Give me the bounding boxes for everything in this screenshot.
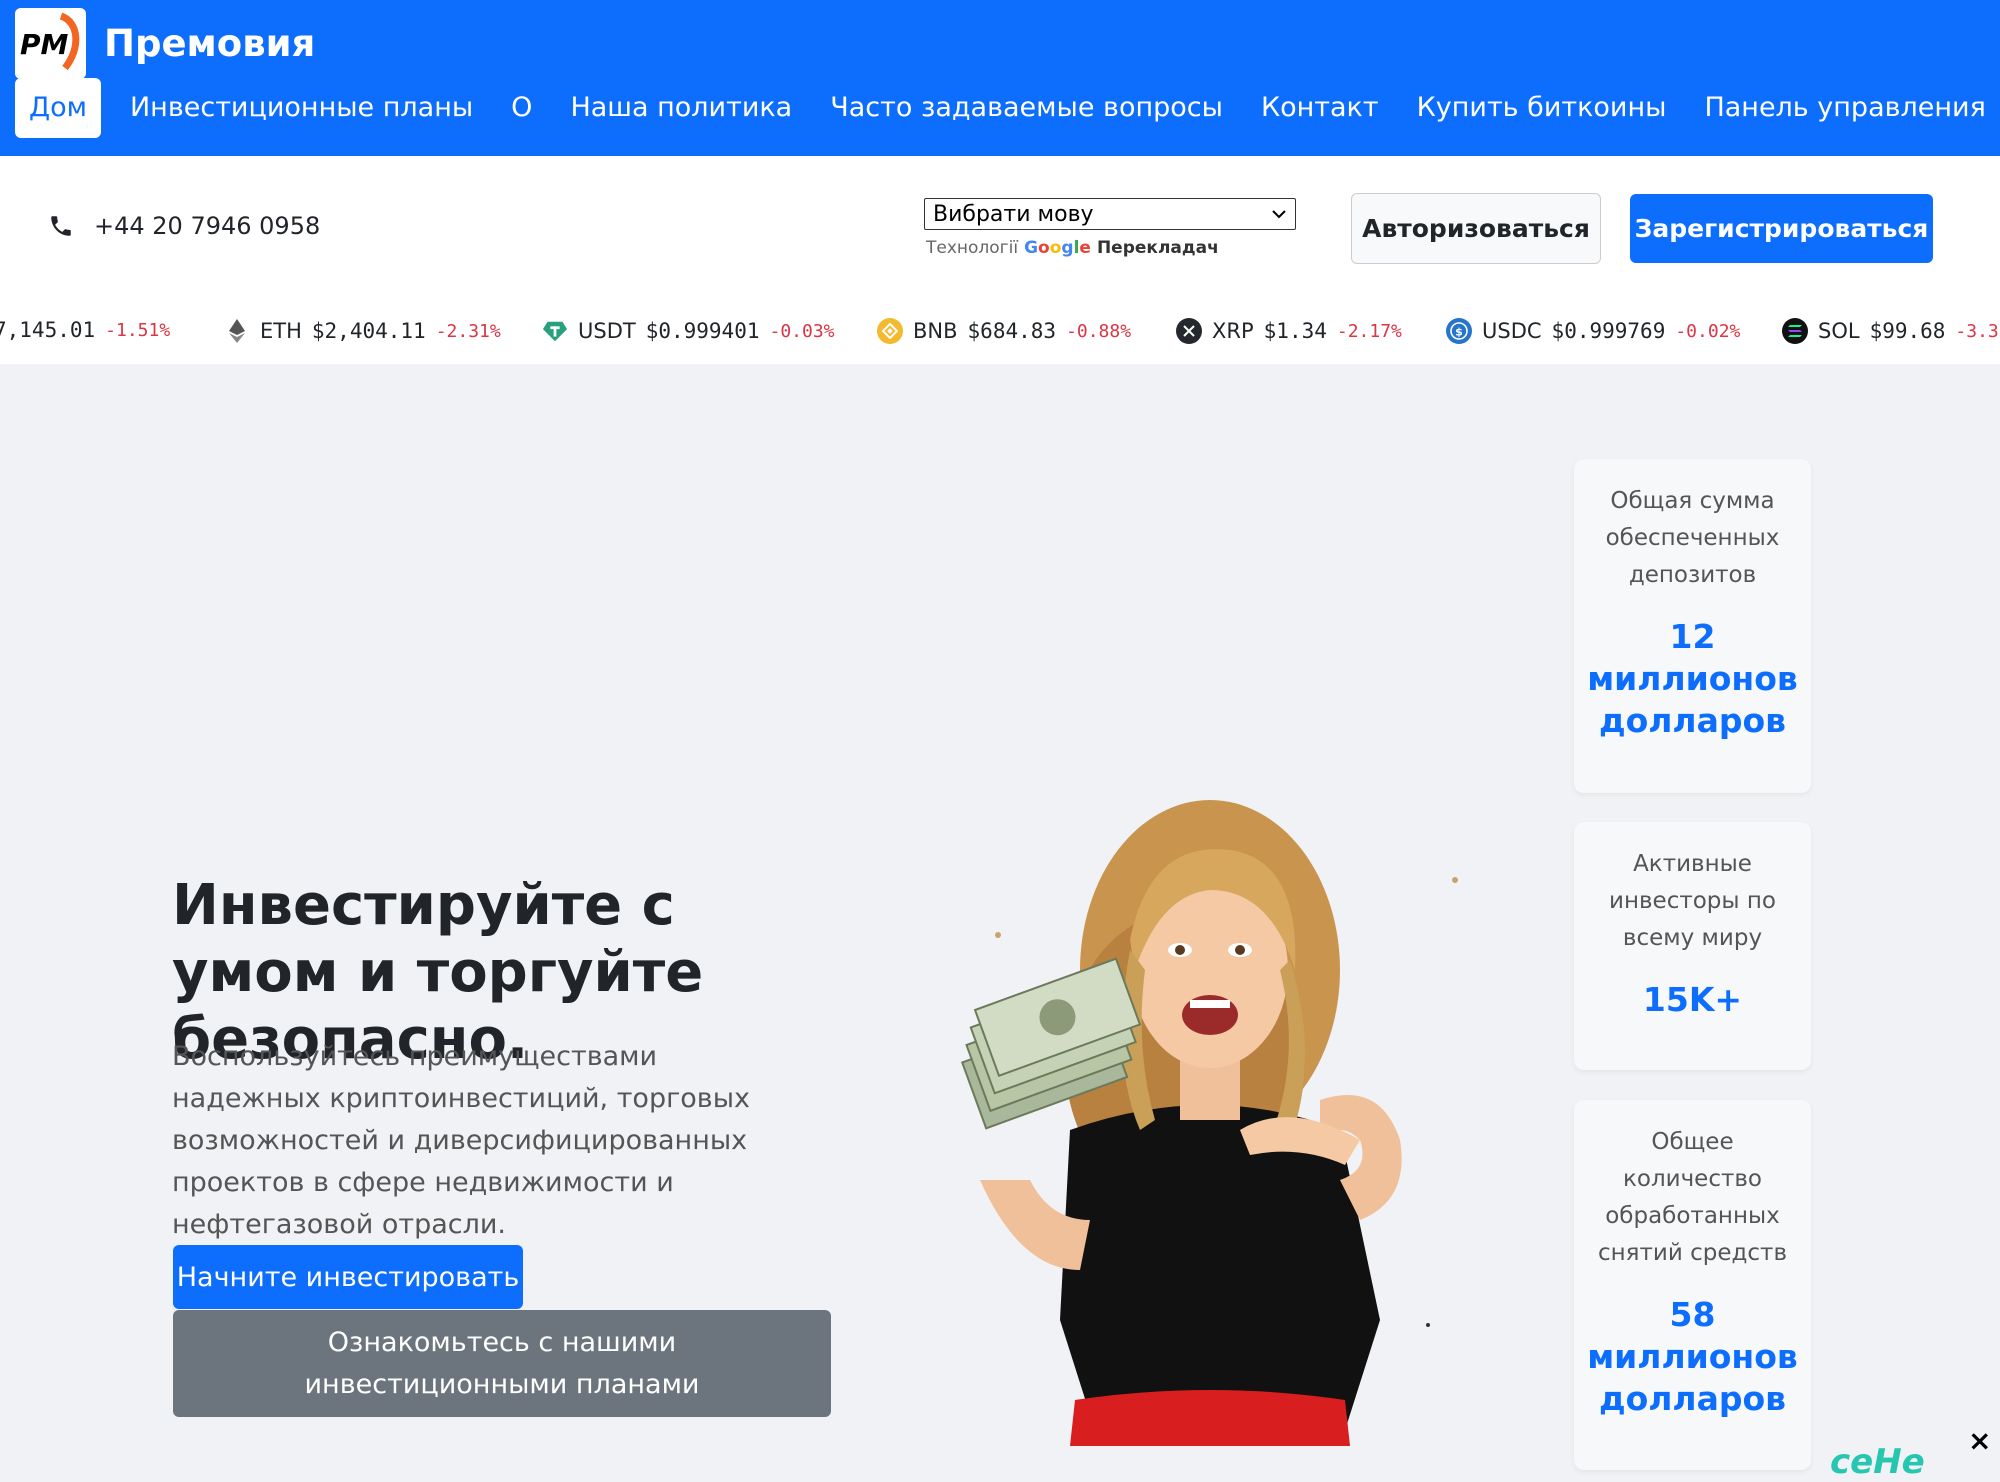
- usdt-icon: [542, 318, 568, 344]
- nav-item-dashboard[interactable]: Панель управления: [1685, 78, 2000, 138]
- ticker-change: -0.88%: [1066, 320, 1132, 342]
- stat-value: 12 миллионов долларов: [1587, 617, 1798, 740]
- ticker-item[interactable]: $ USDC $0.999769 -0.02%: [1446, 318, 1740, 344]
- stat-value: 58 миллионов долларов: [1587, 1295, 1798, 1418]
- register-button[interactable]: Зарегистрироваться: [1630, 194, 1933, 263]
- ticker-item[interactable]: 7,145.01 -1.51%: [0, 318, 170, 342]
- xrp-icon: [1176, 318, 1202, 344]
- brand-logo[interactable]: PM: [15, 8, 86, 79]
- ticker-item[interactable]: ETH $2,404.11 -2.31%: [224, 318, 501, 344]
- stat-value: 15K+: [1642, 980, 1743, 1019]
- ticker-price: 7,145.01: [0, 318, 96, 342]
- ticker-price: $684.83: [967, 319, 1057, 343]
- ticker-price: $1.34: [1263, 319, 1327, 343]
- login-button[interactable]: Авторизоваться: [1351, 193, 1601, 264]
- ticker-symbol: USDT: [578, 319, 636, 343]
- ticker-symbol: BNB: [913, 319, 958, 343]
- bnb-icon: [877, 318, 903, 344]
- ticker-symbol: XRP: [1212, 319, 1254, 343]
- phone-contact[interactable]: +44 20 7946 0958: [48, 212, 320, 240]
- sol-icon: [1782, 318, 1808, 344]
- language-select-value: Вибрати мову: [933, 201, 1094, 227]
- close-icon[interactable]: ×: [1968, 1424, 1991, 1457]
- nav-item-about[interactable]: О: [492, 78, 551, 138]
- brand-name[interactable]: Премовия: [104, 22, 315, 65]
- main-nav: Дом Инвестиционные планы О Наша политика…: [15, 78, 2000, 138]
- ticker-change: -0.03%: [769, 320, 835, 342]
- ticker-change: -2.31%: [435, 320, 501, 342]
- hero-image: [940, 800, 1532, 1446]
- nav-item-home[interactable]: Дом: [15, 78, 101, 138]
- translate-prefix: Технології: [926, 238, 1019, 258]
- ticker-item[interactable]: BNB $684.83 -0.88%: [877, 318, 1131, 344]
- logo-icon: PM: [15, 8, 86, 79]
- translate-service[interactable]: Перекладач: [1097, 238, 1219, 258]
- ticker-item[interactable]: SOL $99.68 -3.3: [1782, 318, 1999, 344]
- chevron-down-icon: [1272, 210, 1286, 219]
- ticker-item[interactable]: XRP $1.34 -2.17%: [1176, 318, 1402, 344]
- ticker-symbol: ETH: [260, 319, 302, 343]
- stat-label: Активные инвесторы по всему миру: [1609, 851, 1776, 951]
- stat-card-withdrawals: Общее количество обработанных снятий сре…: [1574, 1100, 1811, 1470]
- nav-item-buy-bitcoin[interactable]: Купить биткоины: [1398, 78, 1686, 138]
- ticker-symbol: USDC: [1482, 319, 1542, 343]
- google-logo[interactable]: Google: [1024, 238, 1091, 258]
- phone-icon: [51, 216, 71, 236]
- language-select[interactable]: Вибрати мову: [924, 198, 1296, 230]
- ticker-change: -2.17%: [1336, 320, 1402, 342]
- stat-label: Общее количество обработанных снятий сре…: [1597, 1129, 1788, 1266]
- nav-item-policy[interactable]: Наша политика: [551, 78, 811, 138]
- nav-item-faq[interactable]: Часто задаваемые вопросы: [811, 78, 1242, 138]
- ticker-price: $2,404.11: [311, 319, 426, 343]
- nav-item-investment-plans[interactable]: Инвестиционные планы: [111, 78, 492, 138]
- stat-card-investors: Активные инвесторы по всему миру 15K+: [1574, 822, 1811, 1070]
- top-navbar: PM Премовия Дом Инвестиционные планы О Н…: [0, 0, 2000, 156]
- google-translate-credit: Технології Google Перекладач: [926, 238, 1219, 258]
- ticker-change: -0.02%: [1675, 320, 1741, 342]
- ticker-change: -3.3: [1955, 320, 1999, 342]
- ticker-change: -1.51%: [105, 319, 171, 341]
- ticker-price: $0.999401: [645, 319, 760, 343]
- ticker-item[interactable]: USDT $0.999401 -0.03%: [542, 318, 835, 344]
- start-investing-button[interactable]: Начните инвестировать: [173, 1245, 523, 1309]
- view-plans-button[interactable]: Ознакомьтесь с нашими инвестиционными пл…: [173, 1310, 831, 1417]
- phone-number: +44 20 7946 0958: [94, 212, 321, 240]
- svg-text:$: $: [1455, 326, 1463, 339]
- ticker-symbol: SOL: [1818, 319, 1860, 343]
- svg-text:PM: PM: [20, 28, 69, 61]
- ticker-price: $99.68: [1869, 319, 1946, 343]
- nav-item-contact[interactable]: Контакт: [1242, 78, 1398, 138]
- crypto-ticker: 7,145.01 -1.51% ETH $2,404.11 -2.31% USD…: [0, 300, 2000, 364]
- eth-icon: [224, 318, 250, 344]
- usdc-icon: $: [1446, 318, 1472, 344]
- stat-card-deposits: Общая сумма обеспеченных депозитов 12 ми…: [1574, 459, 1811, 793]
- stat-label: Общая сумма обеспеченных депозитов: [1605, 488, 1780, 588]
- hero-description: Воспользуйтесь преимуществами надежных к…: [172, 1041, 751, 1240]
- ticker-price: $0.999769: [1551, 319, 1666, 343]
